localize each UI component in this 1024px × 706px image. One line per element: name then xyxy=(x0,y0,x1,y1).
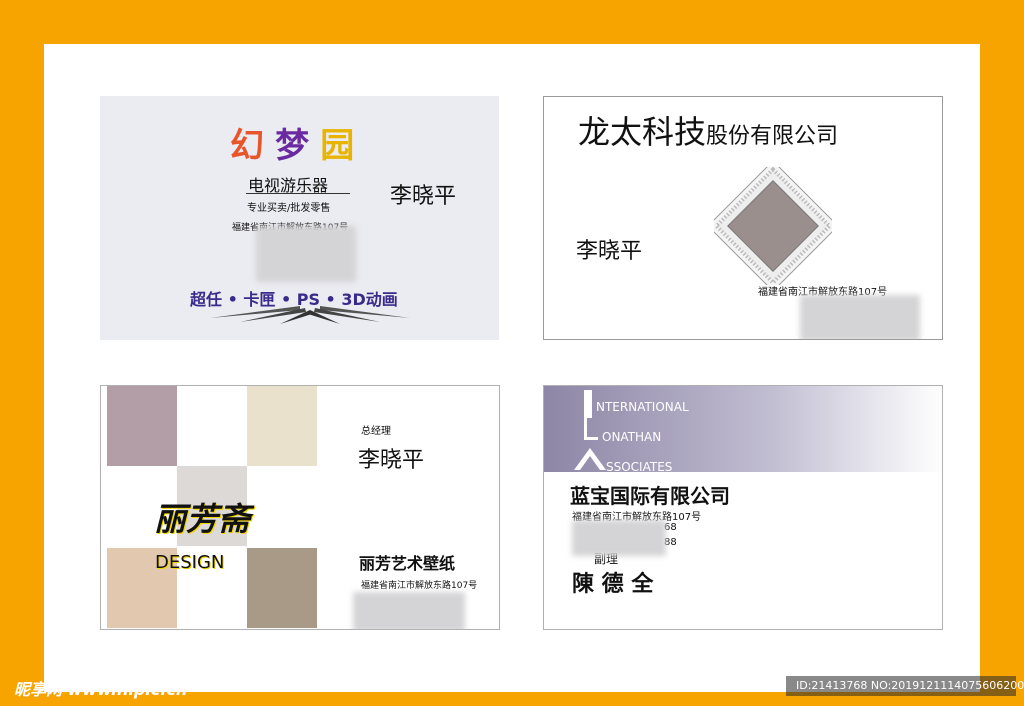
business-card-lifangzhai: 丽芳斋 DESIGN 总经理 李晓平 丽芳艺术壁纸 福建省南江市解放东路107号 xyxy=(100,385,500,630)
wallpaper-swatch xyxy=(107,386,177,466)
logo-triangle xyxy=(574,448,606,470)
logo-char-2: 梦 xyxy=(275,126,310,166)
company-name: 龙太科技股份有限公司 xyxy=(578,107,838,153)
person-name: 陳 德 全 xyxy=(572,571,654,597)
logo-char-3: 园 xyxy=(320,126,355,166)
business-card-longtai: 龙太科技股份有限公司 李晓平 福建省南江市解放东路107号 xyxy=(543,96,943,340)
logo-line-2: ONATHAN xyxy=(602,430,662,444)
logo-line-3: SSOCIATES xyxy=(606,460,673,474)
wallpaper-swatch xyxy=(247,386,317,466)
brand-english: DESIGN xyxy=(155,552,225,573)
logo-bar-j xyxy=(584,418,598,440)
business-card-lanbao: NTERNATIONAL ONATHAN SSOCIATES 蓝宝国际有限公司 … xyxy=(543,385,943,630)
image-id-text: ID:21413768 NO:20191211140756062000 xyxy=(796,679,1024,692)
redacted-contact xyxy=(800,295,920,339)
wallpaper-swatch xyxy=(247,548,317,628)
logo-char-1: 幻 xyxy=(230,126,264,166)
divider xyxy=(246,193,350,194)
redacted-contact xyxy=(572,520,666,556)
card-tagline: 专业买卖/批发零售 xyxy=(247,203,331,214)
logo-text: 幻 梦 园 xyxy=(230,118,354,167)
logo-bar-i xyxy=(584,390,592,418)
person-name: 李晓平 xyxy=(358,448,425,473)
ray-graphic xyxy=(210,306,410,324)
company-name: 蓝宝国际有限公司 xyxy=(570,484,730,508)
site-watermark: 昵享网 www.nipic.cn xyxy=(14,680,188,699)
person-name: 李晓平 xyxy=(390,184,457,209)
redacted-contact xyxy=(353,592,465,629)
logo-line-1: NTERNATIONAL xyxy=(596,400,689,414)
business-card-huanmengyuan: 幻 梦 园 电视游乐器 专业买卖/批发零售 福建省南江市解放东路107号 李晓平… xyxy=(100,96,499,340)
redacted-contact xyxy=(256,226,356,282)
company-suffix: 股份有限公司 xyxy=(706,124,839,149)
company-main: 龙太科技 xyxy=(578,113,707,151)
chip-graphic xyxy=(714,167,832,285)
address-text: 福建省南江市解放东路107号 xyxy=(361,581,478,591)
job-title: 总经理 xyxy=(361,426,391,437)
person-name: 李晓平 xyxy=(576,239,643,264)
shop-name: 丽芳艺术壁纸 xyxy=(359,554,456,573)
brand-name: 丽芳斋 xyxy=(154,500,251,538)
